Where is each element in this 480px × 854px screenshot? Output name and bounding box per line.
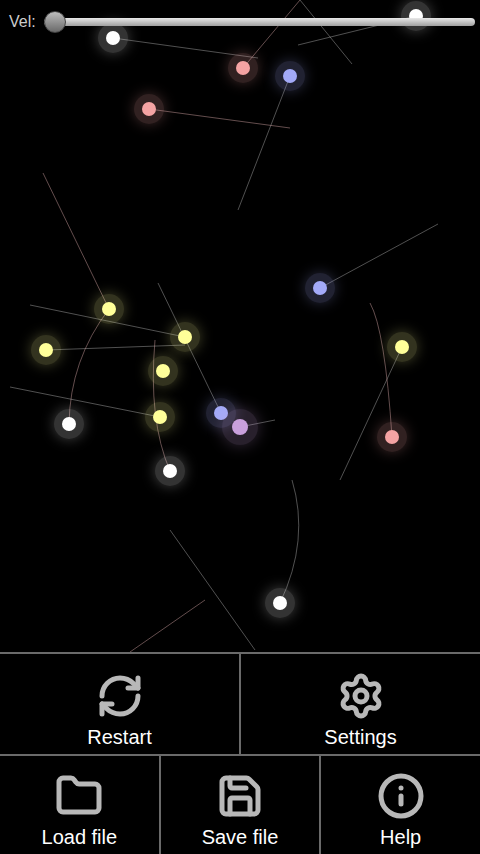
particle[interactable] [31, 335, 62, 366]
particle[interactable] [148, 356, 179, 387]
particle[interactable] [265, 588, 296, 619]
velocity-bar: Vel: [0, 0, 480, 44]
velocity-label: Vel: [9, 10, 36, 34]
particle[interactable] [275, 61, 306, 92]
particle[interactable] [401, 1, 432, 32]
menu-item[interactable]: Save file [159, 756, 320, 854]
particle[interactable] [98, 23, 129, 54]
particle[interactable] [305, 273, 336, 304]
menu-item[interactable]: Help [319, 756, 480, 854]
particle[interactable] [387, 332, 418, 363]
menu-row: Restart Settings [0, 654, 480, 754]
menu-item[interactable]: Load file [0, 756, 159, 854]
particle[interactable] [228, 53, 259, 84]
menu-row: Load file Save file Help [0, 754, 480, 854]
menu-item-label: Help [380, 824, 421, 850]
particle[interactable] [377, 422, 408, 453]
particle[interactable] [170, 322, 201, 353]
particle[interactable] [222, 409, 257, 444]
app-screen: Vel: Restart Settings Load file Save file Hel… [0, 0, 480, 854]
options-menu: Restart Settings Load file Save file Help [0, 652, 480, 854]
menu-item-icon [377, 772, 425, 820]
menu-item-icon [337, 672, 385, 720]
menu-item-label: Restart [87, 724, 151, 750]
menu-item-label: Load file [42, 824, 118, 850]
slider-thumb[interactable] [44, 11, 66, 33]
velocity-slider[interactable] [44, 10, 475, 34]
particle[interactable] [54, 409, 85, 440]
particle[interactable] [145, 402, 176, 433]
menu-item[interactable]: Restart [0, 654, 239, 754]
menu-item[interactable]: Settings [239, 654, 480, 754]
particle[interactable] [155, 456, 186, 487]
menu-item-icon [55, 772, 103, 820]
particle[interactable] [94, 294, 125, 325]
particle[interactable] [134, 94, 165, 125]
menu-item-icon [216, 772, 264, 820]
menu-item-label: Settings [324, 724, 396, 750]
menu-item-icon [96, 672, 144, 720]
menu-item-label: Save file [202, 824, 279, 850]
